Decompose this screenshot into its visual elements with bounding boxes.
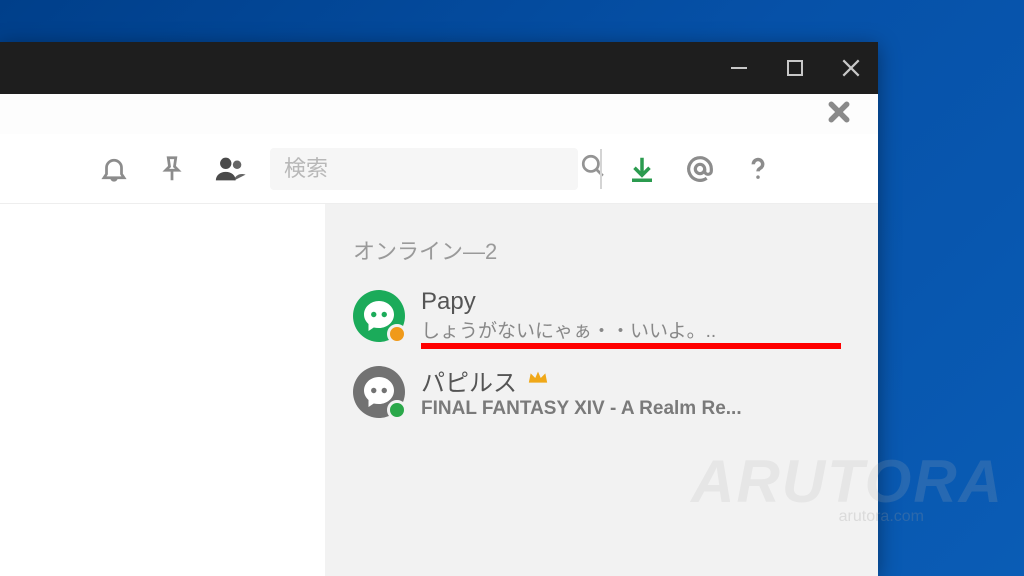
member-name: パピルス [421,363,860,398]
maximize-button[interactable] [776,49,814,87]
member-status-text: FINAL FANTASY XIV - A Realm Re... [421,398,860,420]
member-info: Papy しょうがないにゃぁ・・いいよ。.. [421,288,860,343]
member-list-panel: オンライン—2 Papy しょうがないにゃぁ・・いいよ。.. [325,204,878,576]
toolbar-divider [600,149,602,189]
owner-crown-icon [527,369,549,393]
avatar [353,290,405,342]
content-area: オンライン—2 Papy しょうがないにゃぁ・・いいよ。.. [0,204,878,576]
highlight-underline [421,343,841,349]
main-panel [0,204,325,576]
member-name: Papy [421,288,860,316]
help-icon[interactable] [740,151,776,187]
search-box[interactable] [270,148,578,190]
download-icon[interactable] [624,151,660,187]
close-button[interactable] [832,49,870,87]
search-icon [580,153,606,184]
member-status-text: しょうがないにゃぁ・・いいよ。.. [421,316,860,343]
bell-icon[interactable] [96,151,132,187]
app-window: オンライン—2 Papy しょうがないにゃぁ・・いいよ。.. [0,42,878,576]
member-item[interactable]: Papy しょうがないにゃぁ・・いいよ。.. [353,278,860,353]
status-indicator-online [387,400,407,420]
members-icon[interactable] [212,151,248,187]
member-info: パピルス FINAL FANTASY XIV - A Realm Re... [421,363,860,420]
avatar [353,366,405,418]
titlebar [0,42,878,94]
sub-titlebar [0,94,878,134]
status-indicator-idle [387,324,407,344]
member-item[interactable]: パピルス FINAL FANTASY XIV - A Realm Re... [353,353,860,430]
toolbar [0,134,878,204]
minimize-button[interactable] [720,49,758,87]
pin-icon[interactable] [154,151,190,187]
online-section-header: オンライン—2 [353,234,860,266]
mentions-icon[interactable] [682,151,718,187]
tab-close-icon[interactable] [828,98,850,130]
search-input[interactable] [284,156,572,182]
